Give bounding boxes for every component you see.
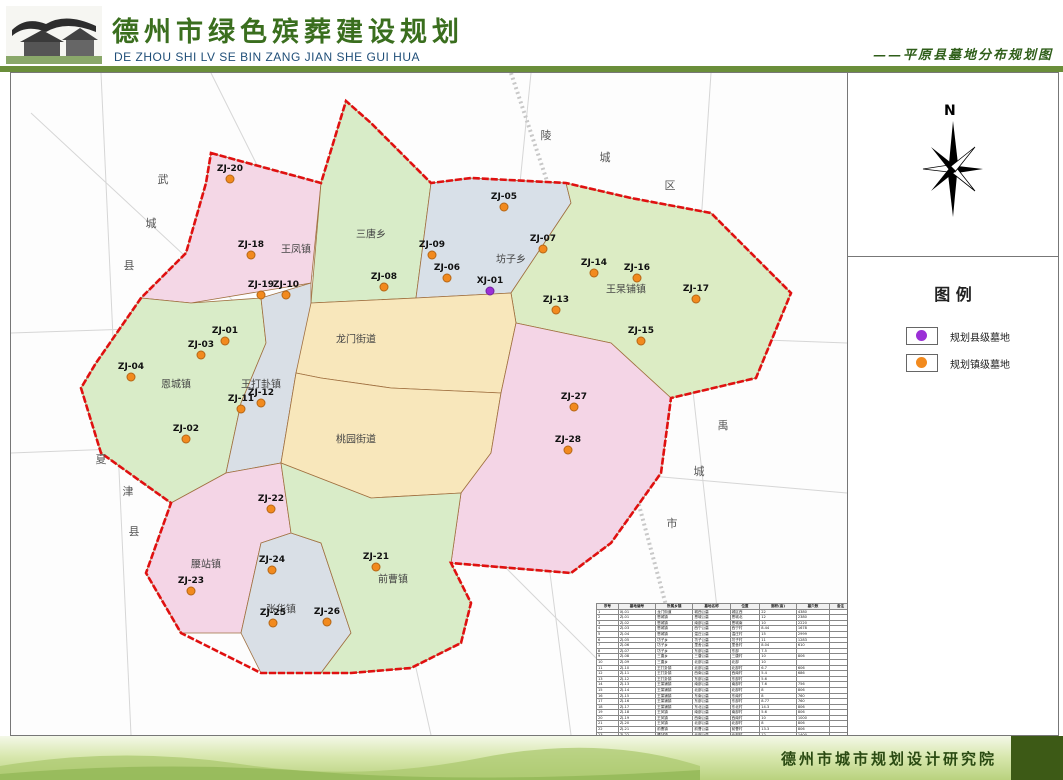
town-cemetery-marker <box>186 586 196 596</box>
cemetery-id-label: ZJ-22 <box>257 494 285 504</box>
cemetery-id-label: ZJ-03 <box>187 340 215 350</box>
neighbour-county-label: 县 <box>128 525 140 538</box>
cemetery-id-label: ZJ-06 <box>433 263 461 273</box>
township-label: 坊子乡 <box>496 254 526 266</box>
region-longmen <box>295 292 517 394</box>
township-label: 恩城镇 <box>161 379 191 391</box>
neighbour-county-label: 市 <box>666 517 678 530</box>
town-cemetery-marker <box>225 174 235 184</box>
cemetery-id-label: XJ-01 <box>476 276 504 286</box>
town-cemetery-marker <box>126 372 136 382</box>
town-cemetery-marker <box>246 250 256 260</box>
town-cemetery-marker <box>563 445 573 455</box>
town-cemetery-marker <box>371 562 381 572</box>
town-cemetery-marker <box>256 290 266 300</box>
town-cemetery-marker <box>256 398 266 408</box>
town-cemetery-marker <box>691 294 701 304</box>
north-label: N <box>944 103 956 119</box>
cemetery-id-label: ZJ-07 <box>529 234 557 244</box>
cemetery-summary-table: 序号 墓地编号 所属乡镇 墓地名称 位置 面积(亩) 墓穴数 备注 1 XJ-01 龙门街道 城西公… <box>596 603 847 735</box>
town-cemetery-marker <box>268 618 278 628</box>
neighbour-county-label: 津 <box>122 485 134 498</box>
cemetery-id-label: ZJ-27 <box>560 392 588 402</box>
cemetery-id-label: ZJ-08 <box>370 272 398 282</box>
town-cemetery-marker <box>442 273 452 283</box>
township-label: 王凤镇 <box>281 244 311 256</box>
legend-item-county: 规划县级墓地 <box>906 327 1010 345</box>
map-panel: 武城县陵城区夏津县禹城市 王凤镇 三唐乡 坊子乡 王杲铺镇 龙门街道 恩城镇 王打卦镇 桃园街… <box>10 72 848 736</box>
cemetery-id-label: ZJ-04 <box>117 362 145 372</box>
cemetery-id-label: ZJ-16 <box>623 263 651 273</box>
cemetery-id-label: ZJ-05 <box>490 192 518 202</box>
neighbour-county-label: 县 <box>123 259 135 272</box>
town-cemetery-marker <box>236 404 246 414</box>
footer-accent <box>1011 736 1063 780</box>
neighbour-county-label: 夏 <box>95 453 107 466</box>
cemetery-id-label: ZJ-23 <box>177 576 205 586</box>
compass-rose-icon <box>922 121 983 217</box>
legend-title: 图 例 <box>934 285 972 304</box>
town-cemetery-marker <box>538 244 548 254</box>
footer: 德州市城市规划设计研究院 <box>0 736 1063 780</box>
pavilion-logo-icon <box>6 6 102 64</box>
town-cemetery-marker <box>266 504 276 514</box>
town-cemetery-marker <box>636 336 646 346</box>
town-cemetery-marker <box>632 273 642 283</box>
cemetery-id-label: ZJ-13 <box>542 295 570 305</box>
north-arrow-panel: N <box>848 73 1058 257</box>
map-title-pinyin: DE ZHOU SHI LV SE BIN ZANG JIAN SHE GUI … <box>114 50 420 64</box>
township-label: 王杲铺镇 <box>606 284 646 296</box>
town-cemetery-marker <box>181 434 191 444</box>
town-cemetery-marker <box>379 282 389 292</box>
cemetery-id-label: ZJ-10 <box>272 280 300 290</box>
cemetery-id-label: ZJ-20 <box>216 164 244 174</box>
town-cemetery-marker <box>499 202 509 212</box>
cemetery-id-label: ZJ-12 <box>247 388 275 398</box>
cemetery-id-label: ZJ-17 <box>682 284 710 294</box>
town-cemetery-marker <box>281 290 291 300</box>
neighbour-county-label: 城 <box>145 217 157 230</box>
township-label: 前曹镇 <box>378 574 408 586</box>
legend-item-town: 规划镇级墓地 <box>906 354 1010 372</box>
cemetery-id-label: ZJ-02 <box>172 424 200 434</box>
neighbour-county-label: 武 <box>157 173 169 186</box>
neighbour-county-label: 禹 <box>717 419 729 432</box>
footer-hills <box>0 747 700 780</box>
county-cemetery-marker <box>485 286 495 296</box>
cemetery-id-label: ZJ-25 <box>259 608 287 618</box>
cemetery-id-label: ZJ-15 <box>627 326 655 336</box>
township-label: 龙门街道 <box>336 334 376 346</box>
cemetery-id-label: ZJ-24 <box>258 555 286 565</box>
header: 德州市绿色殡葬建设规划 DE ZHOU SHI LV SE BIN ZANG J… <box>0 0 1063 72</box>
township-label: 三唐乡 <box>356 229 386 241</box>
township-label: 桃园街道 <box>336 434 376 446</box>
cemetery-id-label: ZJ-09 <box>418 240 446 250</box>
town-cemetery-marker <box>427 250 437 260</box>
town-cemetery-marker <box>267 565 277 575</box>
neighbour-county-label: 城 <box>693 465 705 478</box>
side-panel: N 图 例 规划县级墓地 规划镇级墓地 <box>847 72 1059 736</box>
county-cemetery-icon <box>916 330 927 341</box>
town-cemetery-marker <box>589 268 599 278</box>
town-cemetery-marker <box>551 305 561 315</box>
cemetery-id-label: ZJ-28 <box>554 435 582 445</box>
neighbour-county-label: 区 <box>664 179 676 192</box>
cemetery-id-label: ZJ-19 <box>247 280 275 290</box>
town-cemetery-marker <box>196 350 206 360</box>
neighbour-county-label: 陵 <box>540 129 552 142</box>
cemetery-id-label: ZJ-14 <box>580 258 608 268</box>
town-cemetery-marker <box>322 617 332 627</box>
town-cemetery-icon <box>916 357 927 368</box>
cemetery-id-label: ZJ-18 <box>237 240 265 250</box>
township-label: 腰站镇 <box>191 559 221 571</box>
cemetery-id-label: ZJ-21 <box>362 552 390 562</box>
institute-name: 德州市城市规划设计研究院 <box>780 750 997 768</box>
town-cemetery-marker <box>569 402 579 412</box>
map-subtitle: ——平原县墓地分布规划图 <box>872 48 1053 63</box>
map-title: 德州市绿色殡葬建设规划 <box>112 17 464 48</box>
cemetery-id-label: ZJ-01 <box>211 326 239 336</box>
cemetery-id-label: ZJ-26 <box>313 607 341 617</box>
town-cemetery-marker <box>220 336 230 346</box>
neighbour-county-label: 城 <box>599 151 611 164</box>
